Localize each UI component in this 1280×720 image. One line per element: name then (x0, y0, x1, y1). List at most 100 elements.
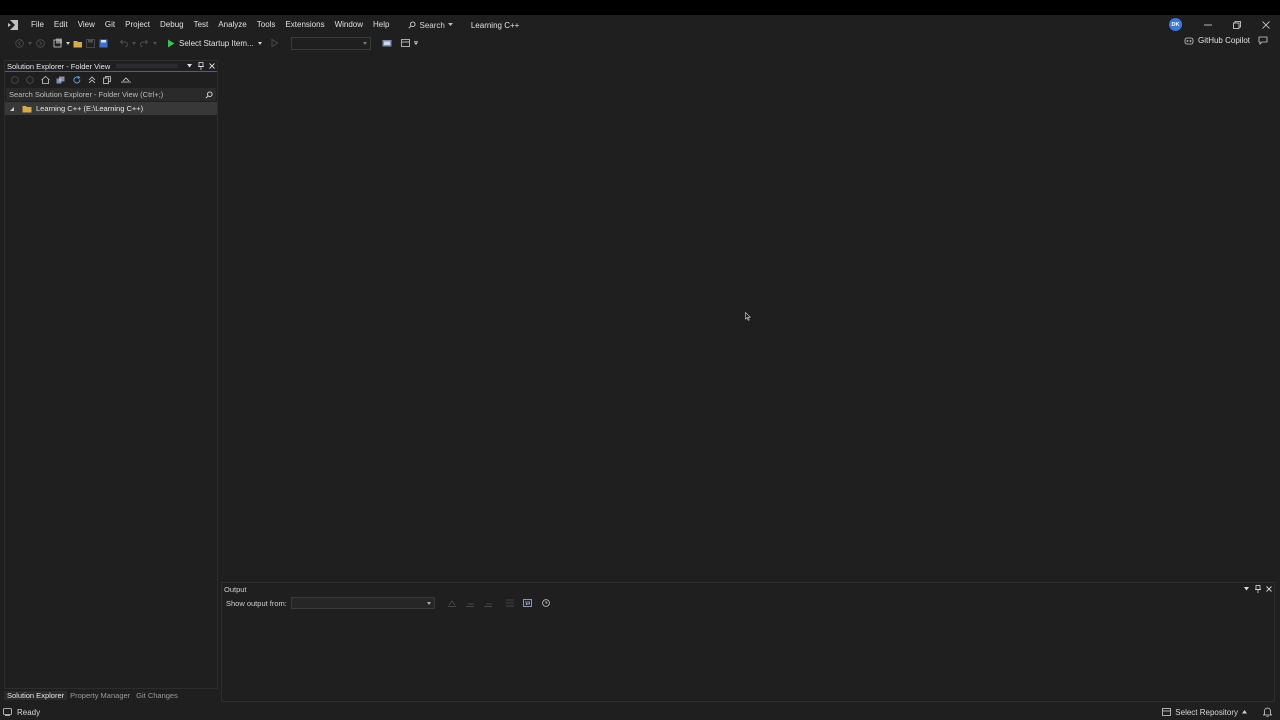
switch-views-icon (56, 76, 64, 84)
restore-button[interactable] (1222, 15, 1251, 35)
save-button[interactable] (84, 36, 97, 50)
output-close-button[interactable] (1263, 583, 1274, 595)
menu-help[interactable]: Help (368, 15, 394, 35)
clear-all-icon (505, 599, 514, 607)
menu-extensions[interactable]: Extensions (280, 15, 329, 35)
forward-arrow-icon (26, 76, 34, 84)
chevron-down-icon (413, 41, 418, 45)
restore-icon (1232, 21, 1241, 29)
tab-property-manager[interactable]: Property Manager (67, 691, 133, 700)
se-back-button[interactable] (8, 73, 22, 87)
menu-debug[interactable]: Debug (155, 15, 189, 35)
search-button[interactable]: Search (408, 15, 453, 35)
back-dropdown-button[interactable] (26, 36, 33, 50)
startup-label: Select Startup Item... (179, 38, 254, 48)
solution-explorer-titlebar[interactable]: Solution Explorer - Folder View (5, 61, 217, 72)
se-refresh-button[interactable] (70, 73, 84, 87)
auto-hide-button[interactable] (195, 61, 206, 72)
find-message-button[interactable] (445, 596, 459, 610)
select-repository-button[interactable]: Select Repository (1162, 704, 1247, 720)
screen-top-border (0, 0, 1280, 15)
copilot-icon (1184, 37, 1194, 45)
chevron-up-icon (1242, 710, 1247, 714)
navigate-back-button[interactable] (12, 36, 26, 50)
output-toolbar: Show output from: (222, 595, 1274, 611)
open-file-button[interactable] (71, 36, 84, 50)
undo-button[interactable] (116, 36, 130, 50)
tab-solution-explorer[interactable]: Solution Explorer (4, 691, 68, 700)
output-titlebar[interactable]: Output (222, 583, 1274, 595)
search-icon (408, 21, 417, 29)
menu-file[interactable]: File (26, 15, 49, 35)
tree-item-label: Learning C++ (E:\Learning C++) (36, 104, 144, 113)
word-wrap-icon (523, 599, 533, 607)
start-without-debugging-button[interactable] (269, 36, 281, 50)
browse-folder-button[interactable] (380, 36, 394, 50)
next-message-icon (483, 603, 492, 607)
show-timestamps-button[interactable] (539, 596, 553, 610)
back-arrow-icon (14, 38, 24, 48)
bell-icon (1262, 707, 1273, 717)
save-all-button[interactable] (97, 36, 110, 50)
panel-options-button[interactable] (184, 61, 195, 72)
pin-icon (1254, 585, 1261, 593)
se-properties-button[interactable] (118, 73, 134, 87)
properties-icon (121, 77, 131, 83)
play-icon (168, 39, 175, 47)
close-panel-button[interactable] (206, 61, 217, 72)
collapse-all-icon (88, 76, 96, 84)
output-options-button[interactable] (1241, 583, 1252, 595)
menu-edit[interactable]: Edit (49, 15, 73, 35)
output-source-select[interactable] (290, 597, 435, 609)
minimize-button[interactable] (1193, 15, 1222, 35)
tree-item-root-folder[interactable]: Learning C++ (E:\Learning C++) (5, 102, 217, 115)
toggle-word-wrap-button[interactable] (521, 596, 535, 610)
back-arrow-icon (11, 76, 19, 84)
minimize-icon (1203, 24, 1212, 26)
se-switch-views-button[interactable] (53, 73, 67, 87)
menu-project[interactable]: Project (120, 15, 155, 35)
new-item-button[interactable] (51, 36, 65, 50)
navigate-forward-button[interactable] (33, 36, 47, 50)
folder-view-icon (382, 40, 392, 47)
notifications-button[interactable] (1262, 707, 1273, 719)
tab-git-changes[interactable]: Git Changes (133, 691, 181, 700)
menu-tools[interactable]: Tools (252, 15, 281, 35)
menu-analyze[interactable]: Analyze (213, 15, 251, 35)
github-copilot-button[interactable]: GitHub Copilot (1184, 36, 1268, 45)
se-collapse-all-button[interactable] (85, 73, 99, 87)
visual-studio-window: File Edit View Git Project Debug Test An… (0, 15, 1280, 720)
status-bar: Ready Select Repository (0, 704, 1280, 720)
menu-git[interactable]: Git (100, 15, 120, 35)
se-forward-button[interactable] (23, 73, 37, 87)
close-icon (1261, 21, 1270, 29)
toolbar-overflow-button[interactable] (413, 36, 419, 50)
se-show-all-files-button[interactable] (100, 73, 114, 87)
menu-window[interactable]: Window (330, 15, 368, 35)
select-startup-item-button[interactable]: Select Startup Item... (164, 39, 265, 48)
redo-icon (139, 39, 148, 47)
redo-button[interactable] (137, 36, 151, 50)
se-home-button[interactable] (38, 73, 52, 87)
new-project-icon (53, 38, 62, 48)
output-auto-hide-button[interactable] (1252, 583, 1263, 595)
redo-dropdown[interactable] (151, 36, 158, 50)
search-icon (205, 90, 213, 99)
menu-test[interactable]: Test (189, 15, 214, 35)
open-folder-icon (73, 40, 82, 47)
account-avatar[interactable]: DK (1169, 18, 1182, 31)
play-outline-icon (271, 39, 279, 47)
undo-dropdown[interactable] (130, 36, 137, 50)
solution-explorer-search[interactable]: Search Solution Explorer - Folder View (… (6, 88, 216, 101)
configuration-combobox[interactable] (290, 36, 371, 50)
close-window-button[interactable] (1251, 15, 1280, 35)
folder-icon (22, 105, 32, 112)
solution-explorer-panel: Solution Explorer - Folder View Search S… (4, 60, 218, 689)
next-message-button[interactable] (481, 596, 495, 610)
save-all-icon (99, 39, 108, 47)
layout-button[interactable] (399, 36, 413, 50)
previous-message-button[interactable] (463, 596, 477, 610)
visual-studio-logo-icon[interactable] (0, 15, 26, 35)
clear-all-button[interactable] (503, 596, 517, 610)
menu-view[interactable]: View (73, 15, 100, 35)
